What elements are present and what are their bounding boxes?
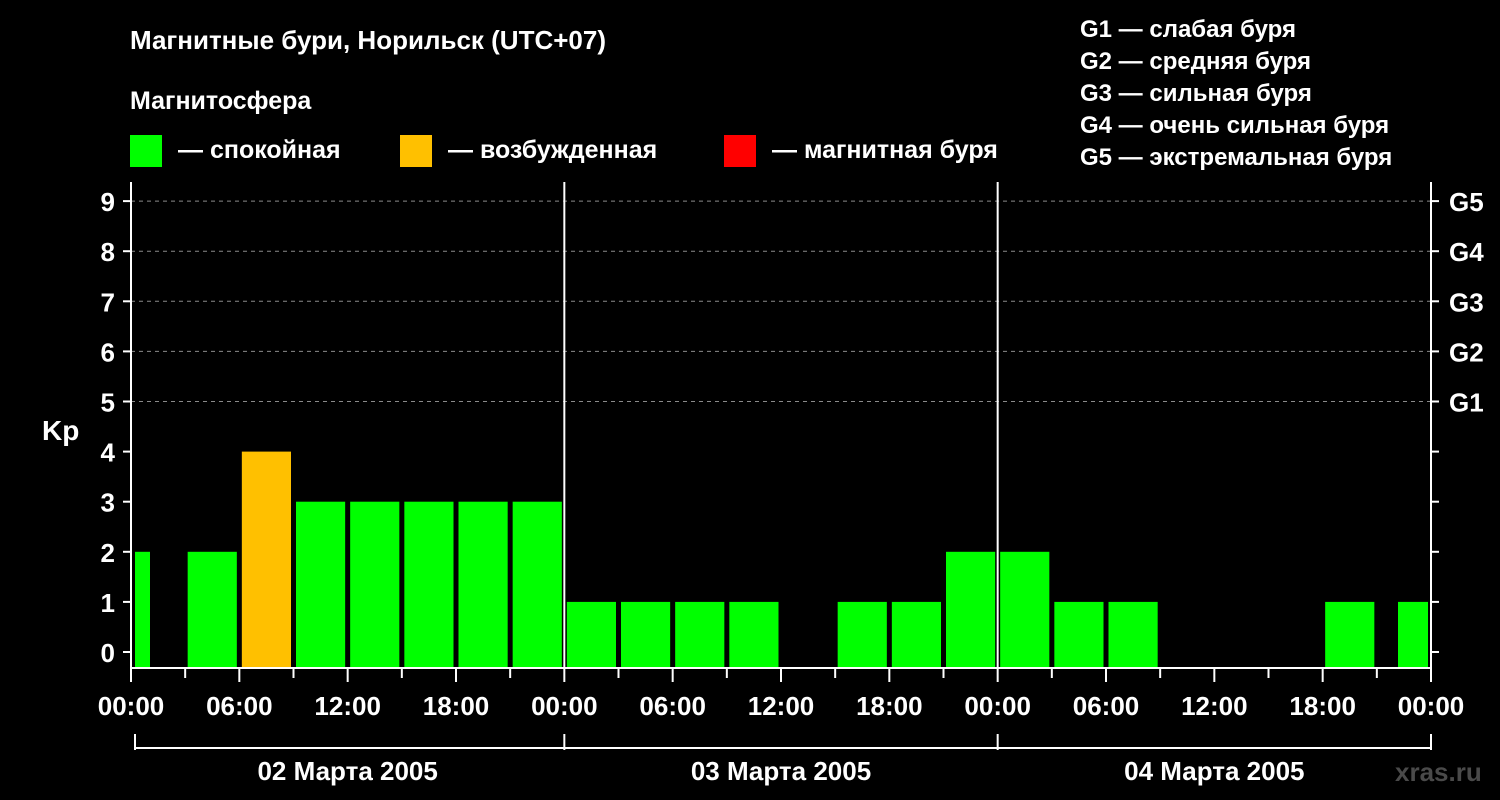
- x-tick-label-2: 12:00: [314, 691, 381, 721]
- g-tick-label-g5: G5: [1449, 187, 1484, 217]
- x-tick-label-5: 06:00: [639, 691, 706, 721]
- bar-02-1200: [350, 501, 400, 668]
- y-tick-label-3: 3: [101, 488, 115, 518]
- y-tick-label-8: 8: [101, 237, 115, 267]
- bar-04-1800: [1325, 601, 1375, 668]
- x-tick-label-10: 12:00: [1181, 691, 1248, 721]
- bar-03-1500: [837, 601, 887, 668]
- y-tick-label-4: 4: [101, 438, 116, 468]
- x-tick-label-11: 18:00: [1289, 691, 1356, 721]
- x-tick-label-1: 06:00: [206, 691, 273, 721]
- bars: [135, 451, 1428, 668]
- g-tick-label-g2: G2: [1449, 337, 1484, 367]
- day-label-1: 03 Марта 2005: [691, 756, 871, 786]
- y-tick-label-1: 1: [101, 588, 115, 618]
- chart-title: Магнитные бури, Норильск (UTC+07): [130, 25, 606, 55]
- bar-04-0600: [1108, 601, 1158, 668]
- bar-04-2100: [1398, 601, 1428, 668]
- watermark: xras.ru: [1395, 757, 1482, 787]
- y-tick-label-2: 2: [101, 538, 115, 568]
- y-tick-label-9: 9: [101, 187, 115, 217]
- bar-03-0900: [729, 601, 779, 668]
- storm-scale-g3: G3 — сильная буря: [1080, 80, 1312, 107]
- y-tick-label-6: 6: [101, 337, 115, 367]
- storm-scale-key: G1 — слабая буря G2 — средняя буря G3 — …: [1080, 16, 1392, 171]
- grid: [131, 200, 1431, 402]
- storm-scale-g1: G1 — слабая буря: [1080, 16, 1296, 43]
- bar-03-0000: [566, 601, 616, 668]
- storm-scale-g2: G2 — средняя буря: [1080, 48, 1311, 75]
- g-tick-label-g4: G4: [1449, 237, 1484, 267]
- bar-02-0300: [187, 551, 237, 668]
- legend-label-quiet: — спокойная: [178, 136, 341, 164]
- bar-02-0900: [296, 501, 346, 668]
- y-tick-label-0: 0: [101, 638, 115, 668]
- chart-subtitle: Магнитосфера: [130, 87, 312, 115]
- legend-label-active: — возбужденная: [448, 136, 657, 164]
- x-tick-label-7: 18:00: [856, 691, 923, 721]
- bar-02-1500: [404, 501, 454, 668]
- y-tick-label-5: 5: [101, 388, 115, 418]
- g-tick-label-g3: G3: [1449, 287, 1484, 317]
- x-tick-label-0: 00:00: [98, 691, 165, 721]
- bar-03-0600: [675, 601, 725, 668]
- x-tick-label-8: 00:00: [964, 691, 1031, 721]
- day-label-2: 04 Марта 2005: [1124, 756, 1304, 786]
- legend-label-storm: — магнитная буря: [772, 136, 998, 164]
- bar-03-1800: [891, 601, 941, 668]
- x-tick-label-9: 06:00: [1073, 691, 1140, 721]
- x-tick-label-3: 18:00: [423, 691, 490, 721]
- bar-02-1800: [458, 501, 508, 668]
- x-tick-label-4: 00:00: [531, 691, 598, 721]
- bar-02-0000: [135, 551, 150, 668]
- storm-scale-g4: G4 — очень сильная буря: [1080, 112, 1389, 139]
- storm-scale-g5: G5 — экстремальная буря: [1080, 144, 1392, 171]
- x-tick-label-6: 12:00: [748, 691, 815, 721]
- bar-02-2100: [512, 501, 562, 668]
- bar-04-0300: [1054, 601, 1104, 668]
- legend-swatch-storm: [724, 135, 756, 167]
- bar-03-2100: [946, 551, 996, 668]
- day-label-0: 02 Марта 2005: [257, 756, 437, 786]
- legend-swatch-active: [400, 135, 432, 167]
- bar-03-0300: [621, 601, 671, 668]
- legend: — спокойная — возбужденная — магнитная б…: [130, 135, 998, 167]
- kp-chart: Магнитные бури, Норильск (UTC+07) Магнит…: [42, 16, 1484, 787]
- bar-02-0600: [241, 451, 291, 668]
- g-tick-label-g1: G1: [1449, 388, 1484, 418]
- y-tick-label-7: 7: [101, 287, 115, 317]
- y-axis-label: Kp: [42, 415, 79, 446]
- bar-04-0000: [1000, 551, 1050, 668]
- x-tick-label-12: 00:00: [1398, 691, 1465, 721]
- legend-swatch-quiet: [130, 135, 162, 167]
- tick-labels: 0 1 2 3 4 5 6 7 8 9 G1 G2 G3 G4 G5 00:00 06:00 12:00 18:00…: [98, 187, 1484, 786]
